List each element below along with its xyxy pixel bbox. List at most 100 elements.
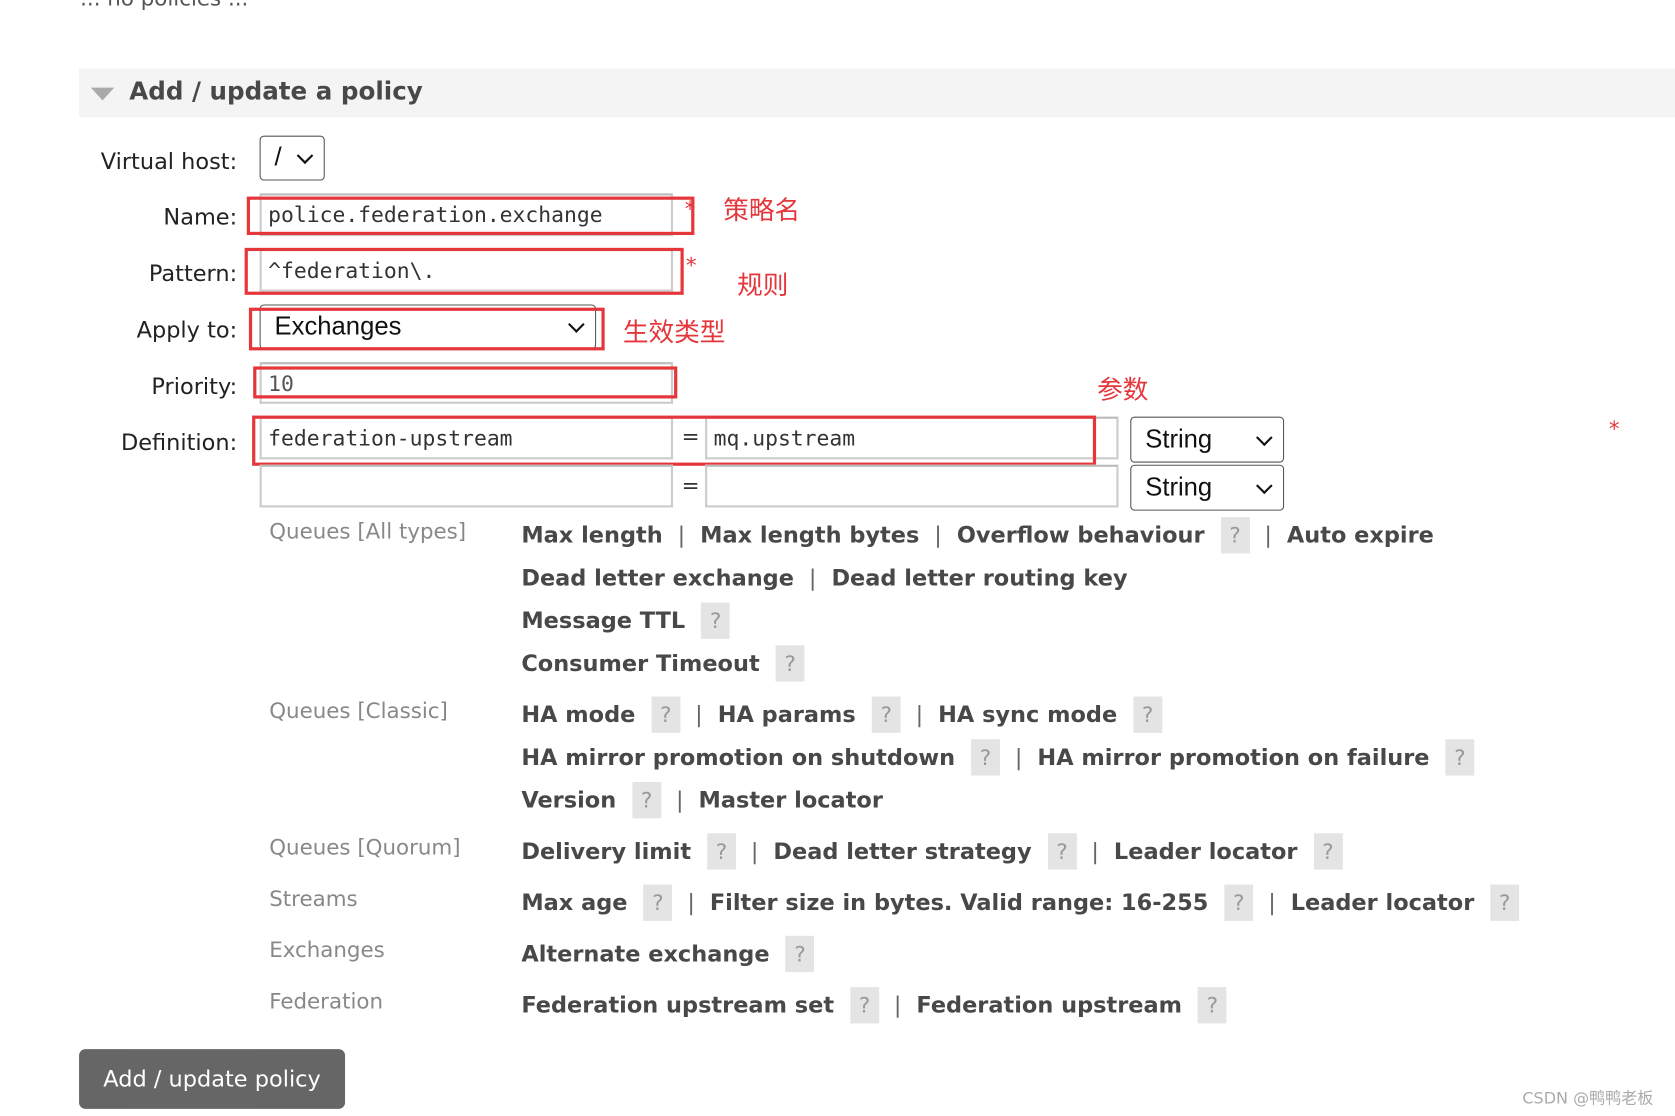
category-label: Queues [Classic] (269, 697, 448, 724)
category-label: Federation (269, 988, 384, 1014)
definition-key-input[interactable] (259, 464, 674, 508)
definition-type-select[interactable]: String (1130, 464, 1285, 511)
category-label: Exchanges (269, 936, 385, 963)
required-mark: * (1608, 415, 1620, 442)
required-mark: * (684, 195, 696, 222)
separator: | (1091, 838, 1099, 865)
help-icon[interactable]: ? (871, 696, 901, 733)
help-icon[interactable]: ? (1490, 884, 1520, 921)
definition-label: Definition: (120, 429, 238, 456)
shortcut-link[interactable]: HA mirror promotion on shutdown (521, 745, 955, 771)
type-value: String (1145, 424, 1213, 454)
highlight-box-pattern (244, 247, 684, 295)
separator: | (808, 565, 817, 591)
shortcut-link[interactable]: Federation upstream set (521, 992, 834, 1018)
separator: | (676, 787, 684, 813)
chevron-down-icon (1256, 477, 1273, 494)
shortcut-row: Version? | Master locator (521, 781, 883, 819)
vhost-value: / (274, 143, 282, 172)
highlight-box-definition (252, 415, 1097, 466)
highlight-box-apply-to (248, 307, 605, 351)
separator: | (1014, 744, 1023, 771)
watermark: CSDN @鸭鸭老板 (1522, 1088, 1654, 1108)
shortcut-row: HA mirror promotion on shutdown? | HA mirr… (521, 738, 1475, 776)
equals-sign: = (681, 472, 700, 498)
shortcut-link[interactable]: Max age (521, 890, 627, 916)
help-icon[interactable]: ? (1224, 884, 1254, 921)
priority-label: Priority: (151, 373, 238, 400)
annotation-definition: 参数 (1097, 374, 1149, 405)
section-title[interactable]: Add / update a policy (129, 78, 423, 106)
shortcut-link[interactable]: Message TTL (521, 608, 685, 634)
help-icon[interactable]: ? (1220, 517, 1250, 554)
shortcut-row: Dead letter exchange | Dead letter routing… (521, 559, 1127, 597)
help-icon[interactable]: ? (1198, 987, 1227, 1024)
separator: | (695, 701, 703, 728)
separator: | (1268, 889, 1276, 916)
shortcut-row: Delivery limit? | Dead letter strategy? | Le… (521, 832, 1343, 870)
help-icon[interactable]: ? (643, 884, 673, 921)
vhost-select[interactable]: / (259, 135, 325, 181)
separator: | (687, 889, 695, 916)
help-icon[interactable]: ? (1313, 833, 1343, 870)
help-icon[interactable]: ? (632, 781, 662, 819)
shortcut-link[interactable]: Version (521, 787, 616, 813)
shortcut-link[interactable]: HA mode (521, 702, 635, 728)
separator: | (677, 522, 686, 549)
shortcut-link[interactable]: HA mirror promotion on failure (1037, 745, 1429, 771)
shortcut-link[interactable]: HA params (718, 702, 856, 728)
help-icon[interactable]: ? (971, 739, 1000, 776)
shortcut-link[interactable]: Federation upstream (916, 992, 1182, 1018)
help-icon[interactable]: ? (651, 696, 681, 733)
category-label: Queues [Quorum] (269, 834, 461, 860)
help-icon[interactable]: ? (1445, 739, 1475, 776)
definition-value-input[interactable] (705, 464, 1119, 508)
apply-to-label: Apply to: (136, 317, 238, 343)
shortcut-link[interactable]: Filter size in bytes. Valid range: 16-25… (710, 890, 1209, 916)
shortcut-link[interactable]: Delivery limit (521, 839, 691, 865)
shortcut-row: Message TTL? (521, 601, 731, 639)
shortcut-row: Max age? | Filter size in bytes. Valid ran… (521, 883, 1520, 921)
shortcut-row: Consumer Timeout? (521, 644, 805, 682)
separator: | (750, 838, 759, 865)
definition-type-select[interactable]: String (1130, 416, 1285, 463)
shortcut-link[interactable]: Overflow behaviour (957, 522, 1205, 548)
chevron-down-icon (296, 147, 314, 165)
help-icon[interactable]: ? (850, 987, 879, 1024)
shortcut-link[interactable]: Master locator (699, 787, 883, 813)
help-icon[interactable]: ? (707, 833, 736, 870)
type-value: String (1145, 472, 1213, 502)
shortcut-link[interactable]: Alternate exchange (521, 941, 769, 967)
category-label: Streams (269, 885, 358, 912)
shortcut-link[interactable]: Auto expire (1287, 522, 1434, 548)
shortcut-link[interactable]: Max length bytes (700, 522, 919, 548)
separator: | (934, 522, 942, 549)
name-label: Name: (163, 204, 238, 230)
shortcut-link[interactable]: Consumer Timeout (521, 651, 759, 677)
pattern-label: Pattern: (148, 260, 238, 287)
shortcut-row: Alternate exchange? (521, 935, 815, 973)
annotation-name: 策略名 (723, 195, 801, 226)
shortcut-link[interactable]: Dead letter routing key (831, 565, 1127, 591)
shortcut-link[interactable]: HA sync mode (938, 702, 1117, 728)
no-policies-text: ... no policies ... (80, 0, 248, 11)
shortcut-link[interactable]: Dead letter strategy (773, 839, 1031, 865)
help-icon[interactable]: ? (1047, 833, 1077, 870)
highlight-box-priority (253, 366, 678, 399)
annotation-apply-to: 生效类型 (622, 317, 726, 348)
shortcut-row: HA mode? | HA params? | HA sync mode? (521, 695, 1163, 733)
separator: | (1264, 522, 1272, 549)
shortcut-row: Federation upstream set? | Federation upst… (521, 986, 1227, 1024)
add-update-policy-button[interactable]: Add / update policy (79, 1049, 346, 1109)
shortcut-link[interactable]: Leader locator (1114, 839, 1298, 865)
shortcut-link[interactable]: Max length (521, 522, 662, 548)
annotation-pattern: 规则 (737, 270, 789, 301)
collapse-triangle-icon[interactable] (90, 87, 115, 101)
help-icon[interactable]: ? (701, 602, 731, 639)
help-icon[interactable]: ? (775, 645, 805, 682)
help-icon[interactable]: ? (785, 935, 815, 973)
help-icon[interactable]: ? (1133, 696, 1163, 733)
shortcut-link[interactable]: Dead letter exchange (521, 565, 794, 591)
shortcut-link[interactable]: Leader locator (1291, 890, 1475, 916)
required-mark: * (685, 252, 697, 278)
